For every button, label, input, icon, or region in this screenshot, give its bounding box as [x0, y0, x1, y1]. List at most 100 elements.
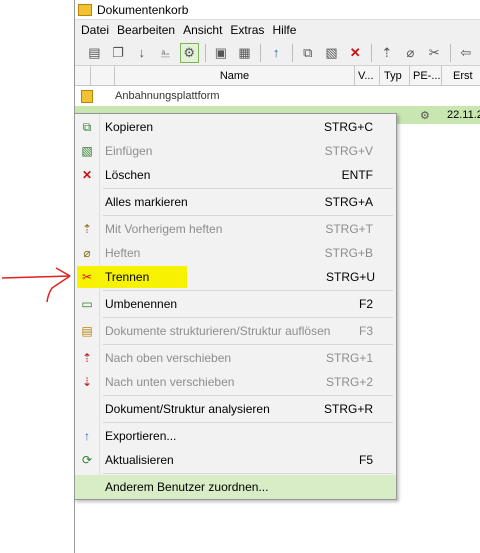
download-icon[interactable]: ↓	[132, 43, 151, 63]
menu-separator	[103, 290, 393, 291]
table-row[interactable]: Anbahnungsplattform	[75, 86, 480, 106]
column-header-type[interactable]: Typ	[380, 66, 410, 85]
menu-item-shortcut: F3	[358, 324, 373, 338]
menu-item-shortcut: F5	[358, 453, 373, 467]
menu-item-shortcut: STRG+A	[324, 195, 373, 209]
menu-hilfe[interactable]: Hilfe	[268, 23, 300, 37]
menu-item-shortcut: STRG+V	[324, 144, 373, 158]
row-name: Anbahnungsplattform	[115, 90, 220, 102]
column-header-version[interactable]: V...	[355, 66, 380, 85]
copy-doc-icon[interactable]: ❐	[109, 43, 128, 63]
network-icon: ⚙	[420, 109, 430, 122]
attach-prev-icon[interactable]: ⇡	[377, 43, 396, 63]
menu-item-label: Heften	[105, 246, 141, 260]
menu-extras[interactable]: Extras	[226, 23, 268, 37]
menu-item-heften[interactable]: ⌀ Heften STRG+B	[75, 242, 396, 264]
menu-item-shortcut: STRG+U	[325, 270, 375, 284]
new-doc-icon[interactable]: ▤	[85, 43, 104, 63]
column-header-name[interactable]: Name	[115, 66, 355, 85]
menu-item-label: Aktualisieren	[105, 453, 174, 467]
toolbar: ▤ ❐ ↓ ⎁ ⚙ ▣ ▦ ↑ ⧉ ▧ ✕ ⇡ ⌀ ✂ ⇦	[75, 40, 480, 66]
menu-item-label: Nach unten verschieben	[105, 375, 235, 389]
upload-icon[interactable]: ↑	[267, 43, 286, 63]
menu-separator	[103, 344, 393, 345]
menu-item-shortcut: STRG+R	[323, 402, 373, 416]
menu-item-kopieren[interactable]: ⧉ Kopieren STRG+C	[75, 116, 396, 138]
menu-datei[interactable]: Datei	[77, 23, 113, 37]
attach-icon: ⌀	[83, 246, 91, 260]
attach-prev-icon: ⇡	[81, 222, 93, 236]
save-all-icon[interactable]: ▦	[235, 43, 254, 63]
window-title: Dokumentenkorb	[97, 2, 189, 17]
row-date: 22.11.2	[447, 109, 480, 121]
menu-separator	[103, 188, 393, 189]
network-icon[interactable]: ⚙	[179, 42, 199, 63]
menu-separator	[103, 473, 393, 474]
menu-item-einfuegen[interactable]: ▧ Einfügen STRG+V	[75, 140, 396, 162]
save-icon[interactable]: ▣	[212, 43, 231, 63]
toolbar-separator	[291, 43, 293, 62]
menu-item-label: Nach oben verschieben	[105, 351, 232, 365]
column-header-pe[interactable]: PE-...	[410, 66, 442, 85]
move-down-icon: ⇣	[81, 375, 93, 389]
menu-bearbeiten[interactable]: Bearbeiten	[113, 23, 179, 37]
column-header-created[interactable]: Erst	[442, 66, 480, 85]
menu-separator	[103, 317, 393, 318]
menu-item-shortcut: F2	[358, 297, 373, 311]
refresh-icon: ⟳	[81, 453, 93, 467]
menu-item-umbenennen[interactable]: ▭ Umbenennen F2	[75, 293, 396, 315]
menu-separator	[103, 422, 393, 423]
menu-item-label: Alles markieren	[105, 195, 188, 209]
detach-icon[interactable]: ✂	[425, 43, 444, 63]
copy-icon: ⧉	[82, 119, 92, 134]
menu-item-anderem-benutzer[interactable]: Anderem Benutzer zuordnen...	[75, 475, 396, 499]
move-up-icon: ⇡	[81, 351, 93, 365]
grid-header: Name V... Typ PE-... Erst	[75, 66, 480, 86]
menu-item-nach-unten[interactable]: ⇣ Nach unten verschieben STRG+2	[75, 371, 396, 393]
folder-icon	[81, 89, 93, 103]
structure-icon: ▤	[81, 324, 93, 338]
menu-item-loeschen[interactable]: ✕ Löschen ENTF	[75, 164, 396, 186]
menu-item-strukturieren[interactable]: ▤ Dokumente strukturieren/Struktur auflö…	[75, 320, 396, 342]
menu-item-nach-oben[interactable]: ⇡ Nach oben verschieben STRG+1	[75, 347, 396, 369]
menu-item-shortcut: STRG+C	[323, 120, 373, 134]
delete-icon: ✕	[81, 168, 93, 182]
attach-icon[interactable]: ⌀	[401, 43, 420, 63]
menu-item-exportieren[interactable]: ↑ Exportieren...	[75, 425, 396, 447]
menu-separator	[103, 395, 393, 396]
copy-icon[interactable]: ⧉	[298, 43, 317, 63]
detach-icon: ✂	[81, 270, 93, 284]
export-icon: ↑	[84, 429, 90, 443]
column-header-blank[interactable]	[75, 66, 91, 85]
menu-item-label: Dokumente strukturieren/Struktur auflöse…	[105, 324, 331, 338]
menu-item-shortcut: STRG+2	[325, 375, 373, 389]
scan-icon[interactable]: ⎁	[156, 43, 175, 63]
menu-item-shortcut: STRG+1	[325, 351, 373, 365]
title-bar: Dokumentenkorb	[75, 0, 480, 20]
paste-icon: ▧	[81, 144, 93, 158]
folder-icon	[78, 3, 92, 16]
menu-bar: Datei Bearbeiten Ansicht Extras Hilfe	[75, 20, 480, 40]
menu-item-label: Exportieren...	[105, 429, 177, 443]
paste-icon[interactable]: ▧	[322, 43, 341, 63]
menu-item-aktualisieren[interactable]: ⟳ Aktualisieren F5	[75, 449, 396, 471]
column-header-icon[interactable]	[91, 66, 115, 85]
rename-icon: ▭	[81, 297, 93, 311]
toolbar-separator	[370, 43, 372, 62]
menu-item-label: Löschen	[105, 168, 151, 182]
menu-item-label: Anderem Benutzer zuordnen...	[105, 480, 269, 494]
menu-item-label: Mit Vorherigem heften	[105, 222, 223, 236]
menu-item-analysieren[interactable]: Dokument/Struktur analysieren STRG+R	[75, 398, 396, 420]
menu-item-alles-markieren[interactable]: Alles markieren STRG+A	[75, 191, 396, 213]
background-area	[0, 0, 74, 553]
menu-item-mit-vorherigem-heften[interactable]: ⇡ Mit Vorherigem heften STRG+T	[75, 218, 396, 240]
menu-ansicht[interactable]: Ansicht	[179, 23, 226, 37]
import-icon[interactable]: ⇦	[456, 43, 475, 63]
toolbar-separator	[204, 43, 206, 62]
delete-icon[interactable]: ✕	[346, 43, 365, 63]
menu-item-label: Trennen	[105, 270, 150, 284]
menu-item-label: Umbenennen	[105, 297, 178, 311]
menu-item-label: Einfügen	[105, 144, 153, 158]
menu-separator	[103, 215, 393, 216]
menu-item-trennen[interactable]: ✂ Trennen STRG+U	[77, 266, 375, 288]
